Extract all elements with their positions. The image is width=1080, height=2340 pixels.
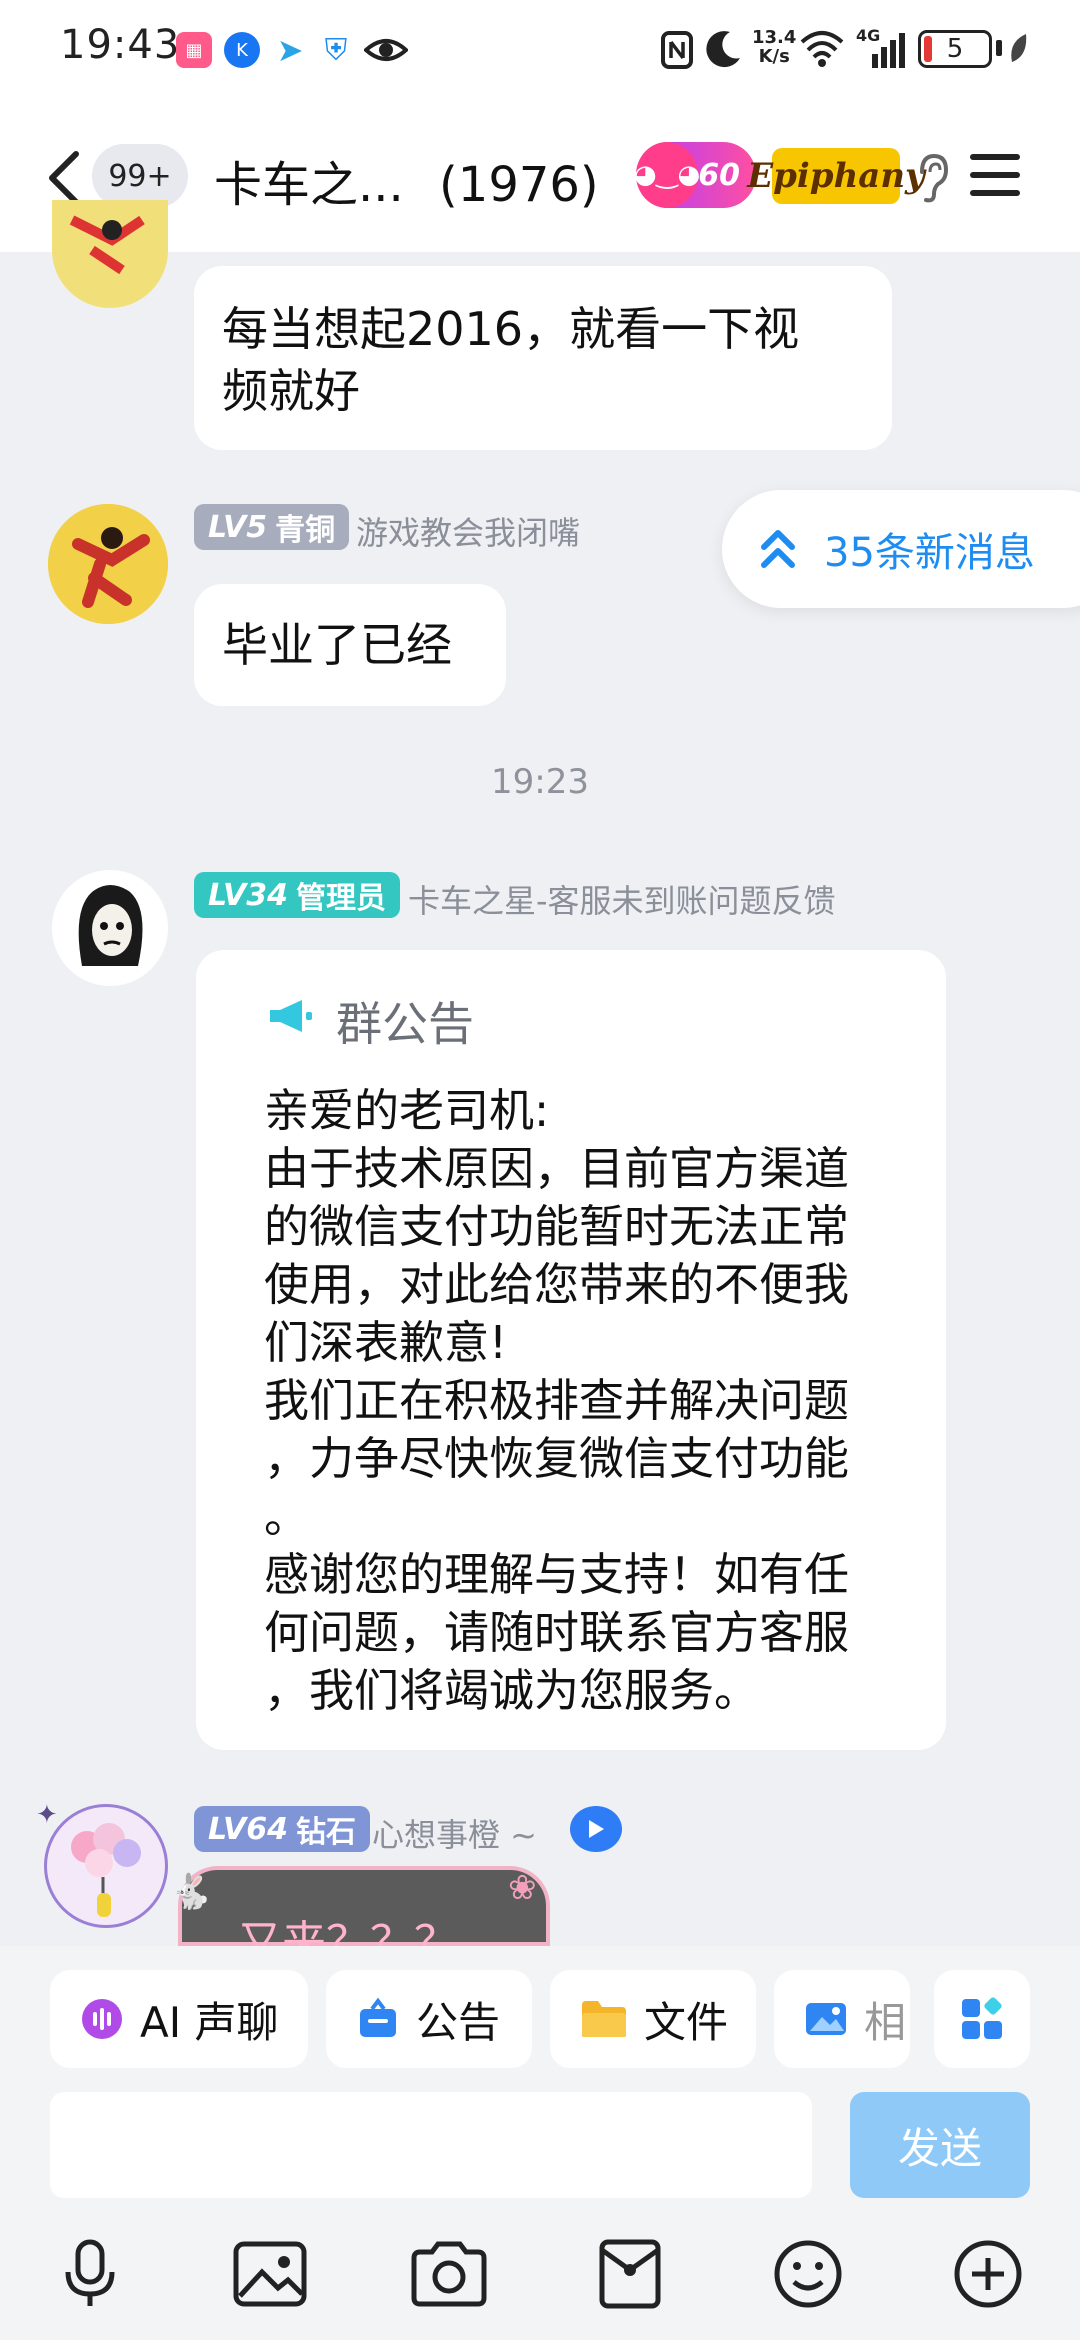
emoji-icon[interactable] [772, 2238, 844, 2314]
wifi-icon [800, 30, 844, 72]
megaphone-icon [266, 996, 314, 1040]
files-button[interactable]: 文件 [550, 1970, 756, 2068]
star-decoration-icon: ✦ [36, 1800, 58, 1830]
plus-icon[interactable] [952, 2238, 1024, 2314]
send-button[interactable]: 发送 [850, 2092, 1030, 2198]
play-badge-icon [570, 1806, 622, 1852]
group-title[interactable]: 卡车之... (1976) [214, 145, 599, 215]
signal-icon [862, 30, 906, 74]
ear-icon[interactable] [912, 150, 952, 210]
message-input[interactable] [50, 2092, 812, 2198]
unread-badge[interactable]: 99+ [92, 144, 188, 208]
group-name: 卡车之... [214, 157, 404, 213]
leaf-icon [1006, 32, 1030, 72]
new-messages-label: 35条新消息 [824, 530, 1035, 576]
album-button[interactable]: 相 [774, 1970, 910, 2068]
avatar[interactable] [52, 200, 168, 308]
avatar[interactable] [52, 870, 168, 986]
chip-label: 文件 [644, 1997, 729, 2047]
bow-icon: ❀ [508, 1868, 537, 1908]
moon-icon [704, 28, 744, 74]
red-packet-icon[interactable] [598, 2238, 662, 2314]
notice-icon [360, 1997, 396, 2037]
apps-grid-icon [962, 1997, 1002, 2039]
level-title: 青铜 [275, 513, 336, 548]
chip-label: 公告 [416, 1997, 501, 2047]
folder-icon [582, 2001, 626, 2037]
level-number: LV5 [208, 509, 268, 545]
notice-button[interactable]: 公告 [326, 1970, 532, 2068]
telegram-icon: ➤ [276, 31, 304, 69]
fire-mascot-icon: ◕‿◕ [634, 142, 700, 208]
sender-nickname[interactable]: 心想事橙 ~ [372, 1810, 537, 1856]
chip-label: AI 声聊 [140, 1997, 279, 2047]
time-separator: 19:23 [491, 762, 589, 802]
avatar[interactable] [48, 504, 168, 624]
more-apps-button[interactable] [934, 1970, 1030, 2068]
fire-level: 60 [698, 157, 740, 193]
battery-tip [996, 40, 1002, 56]
status-time: 19:43 [60, 22, 181, 68]
bunny-icon: 🐇 [170, 1872, 213, 1912]
net-speed: 13.4 K/s [752, 27, 797, 67]
nfc-icon [660, 30, 694, 74]
notice-title: 群公告 [336, 997, 474, 1051]
new-messages-button[interactable]: 35条新消息 [722, 490, 1080, 608]
sender-nickname[interactable]: 卡车之星-客服未到账问题反馈 [408, 876, 836, 922]
album-icon [806, 2003, 846, 2035]
shield-icon: ⛨ [324, 32, 348, 68]
camera-icon[interactable] [410, 2238, 488, 2314]
image-icon[interactable] [232, 2238, 308, 2314]
message-text: 毕业了已经 [222, 618, 452, 672]
k-app-icon: K [224, 32, 260, 68]
battery-level: 5 [946, 34, 964, 64]
message-text: 每当想起2016，就看一下视 频就好 [222, 302, 800, 418]
level-number: LV34 [208, 877, 288, 913]
chip-label: 相 [864, 1997, 907, 2047]
level-badge: LV34 管理员 [194, 872, 400, 918]
app-notification-icon: ▦ [176, 32, 212, 68]
level-title: 钻石 [295, 1815, 356, 1850]
microphone-icon[interactable] [58, 2238, 122, 2314]
level-number: LV64 [208, 1811, 288, 1847]
avatar[interactable] [44, 1804, 168, 1928]
notice-body: 亲爱的老司机: 由于技术原因，目前官方渠道 的微信支付功能暂时无法正常 使用，对… [264, 1084, 850, 1717]
sender-nickname[interactable]: 游戏教会我闭嘴 [356, 508, 580, 554]
member-count: (1976) [439, 157, 599, 213]
group-tag[interactable]: Epiphany [747, 148, 925, 204]
eye-icon [363, 30, 409, 74]
ai-voice-icon [82, 1999, 122, 2039]
menu-icon[interactable] [968, 150, 1022, 204]
level-badge: LV5 青铜 [194, 504, 350, 550]
level-badge: LV64 钻石 [194, 1806, 370, 1852]
ai-voice-chat-button[interactable]: AI 声聊 [50, 1970, 308, 2068]
double-chevron-up-icon [761, 530, 795, 568]
battery-icon: 5 [918, 30, 992, 68]
level-title: 管理员 [295, 881, 386, 916]
